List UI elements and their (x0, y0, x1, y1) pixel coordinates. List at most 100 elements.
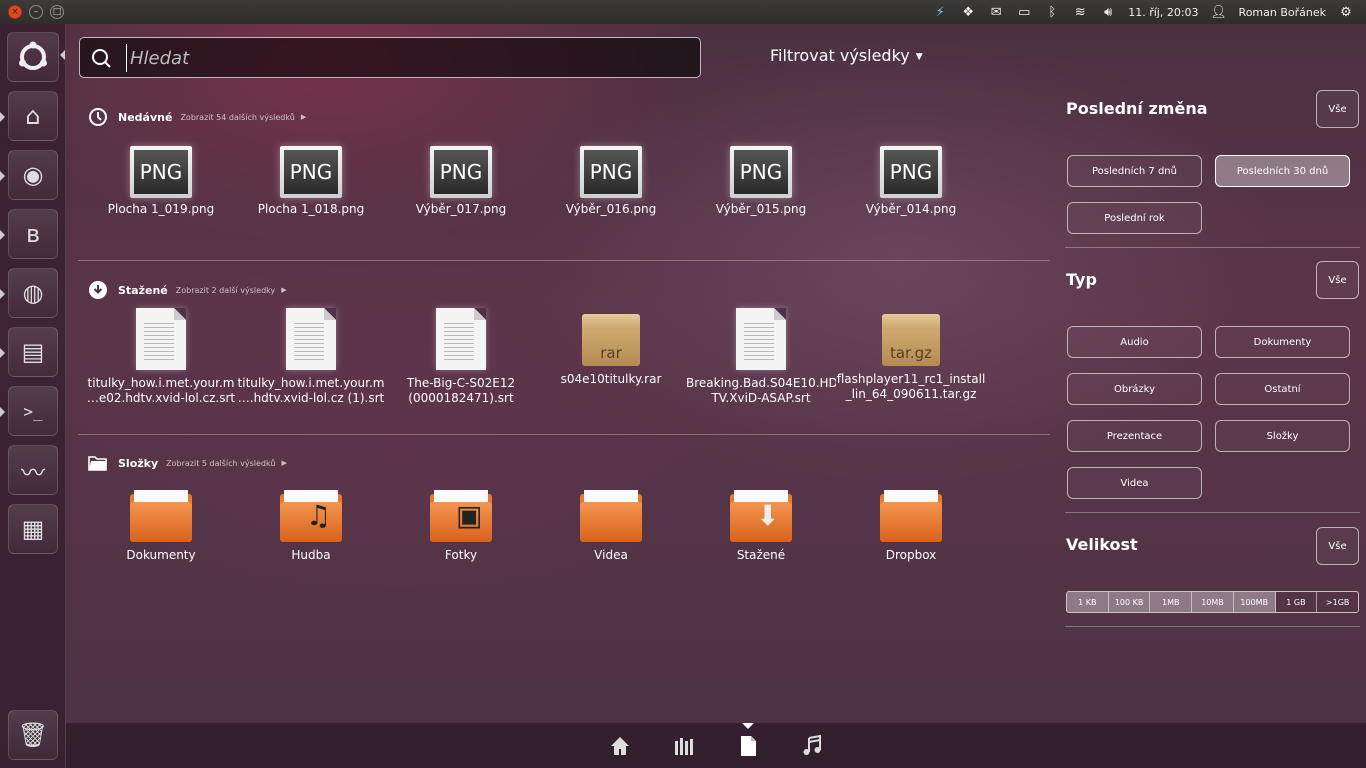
minimize-window-button[interactable]: – (29, 5, 43, 19)
music-lens-button[interactable] (780, 723, 844, 768)
launcher-workspaces[interactable]: ▦ (8, 504, 58, 554)
applications-lens-button[interactable] (652, 723, 716, 768)
wifi-icon[interactable]: ≋ (1066, 5, 1094, 20)
home-folder-icon: ⌂ (25, 102, 41, 130)
mail-icon[interactable]: ✉ (982, 5, 1010, 20)
size-option[interactable]: 1 GB (1276, 592, 1318, 612)
filter-type-videos[interactable]: Videa (1067, 467, 1202, 499)
download-file-tile[interactable]: titulky_how.i.met.your.m …e02.hdtv.xvid-l… (86, 308, 236, 406)
png-icon-label: PNG (284, 150, 338, 194)
folder-tile[interactable]: ♫ Hudba (236, 490, 386, 563)
download-file-tile[interactable]: titulky_how.i.met.your.m ….hdtv.xvid-lol.… (236, 308, 386, 406)
bluetooth-icon[interactable]: ᛒ (1038, 5, 1066, 20)
type-title: Typ (1066, 270, 1097, 289)
launcher: ⌂ ◉ ʙ ◍ ▤ >_ 〰 ▦ 🗑︎ (0, 24, 66, 768)
type-all-button[interactable]: Vše (1316, 261, 1359, 299)
filter-type-presentations[interactable]: Prezentace (1067, 420, 1202, 452)
folder-tile[interactable]: Dokumenty (86, 490, 236, 563)
recent-file-tile[interactable]: PNG Výběr_014.png (836, 146, 986, 217)
folder-tile[interactable]: Dropbox (836, 490, 986, 563)
launcher-chromium[interactable]: ◉ (8, 150, 58, 200)
launcher-home-folder[interactable]: ⌂ (8, 91, 58, 141)
download-file-tile[interactable]: tar.gz flashplayer11_rc1_install _lin_64_0… (836, 308, 986, 402)
folders-title: Složky (118, 456, 159, 470)
archive-type-label: rar (600, 344, 622, 362)
filter-type-audio[interactable]: Audio (1067, 326, 1202, 358)
download-file-tile[interactable]: Breaking.Bad.S04E10.HD TV.XviD-ASAP.srt (686, 308, 836, 406)
battery-icon[interactable]: ▭ (1010, 5, 1038, 20)
dropbox-icon[interactable]: ❖ (954, 5, 982, 20)
folder-tile[interactable]: ⬇ Stažené (686, 490, 836, 563)
filter-last-year[interactable]: Poslední rok (1067, 202, 1202, 234)
folder-tile[interactable]: Videa (536, 490, 686, 563)
filter-type-documents[interactable]: Dokumenty (1215, 326, 1350, 358)
last-change-all-button[interactable]: Vše (1316, 90, 1359, 128)
download-arrow-icon: ⬇ (756, 499, 780, 532)
file-name: Výběr_015.png (715, 202, 807, 216)
triangle-right-icon[interactable]: ▶ (301, 113, 306, 121)
recent-file-tile[interactable]: PNG Výběr_016.png (536, 146, 686, 217)
close-window-button[interactable]: × (8, 5, 22, 19)
folder-tile[interactable]: ▣ Fotky (386, 490, 536, 563)
size-option[interactable]: 100MB (1233, 592, 1276, 612)
size-option[interactable]: 1MB (1150, 592, 1193, 612)
filter-type-other[interactable]: Ostatní (1215, 373, 1350, 405)
recent-more-link[interactable]: Zobrazit 54 dalších výsledků (180, 113, 294, 122)
maximize-window-button[interactable]: □ (50, 5, 64, 19)
folder-open-icon (88, 456, 107, 471)
file-name-line1: s04e10titulky.rar (560, 372, 662, 386)
size-option[interactable]: 100 KB (1108, 592, 1151, 612)
size-option[interactable]: 10MB (1192, 592, 1234, 612)
size-option[interactable]: >1GB (1317, 592, 1358, 612)
search-input[interactable] (126, 44, 686, 72)
recent-file-tile[interactable]: PNG Plocha 1_018.png (236, 146, 386, 217)
recent-file-tile[interactable]: PNG Plocha 1_019.png (86, 146, 236, 217)
indicator-tray: ⚡ ❖ ✉ ▭ ᛒ ≋ 🔊︎ 11. říj, 20:03 👤︎ Roman B… (926, 0, 1360, 24)
home-lens-button[interactable] (588, 723, 652, 768)
last-change-title: Poslední změna (1066, 99, 1208, 118)
power-gear-icon[interactable]: ⚙ (1332, 5, 1360, 20)
dash-home-button[interactable] (7, 32, 59, 82)
launcher-terminal[interactable]: >_ (8, 386, 58, 436)
launcher-libreoffice[interactable]: ▤ (8, 327, 58, 377)
filter-results-toggle[interactable]: Filtrovat výsledky ▼ (770, 46, 923, 65)
terminal-icon: >_ (23, 401, 43, 421)
running-pip (0, 289, 5, 299)
png-file-icon: PNG (130, 146, 192, 198)
file-icon (741, 735, 756, 756)
launcher-firefox[interactable]: ◍ (8, 268, 58, 318)
size-all-button[interactable]: Vše (1316, 527, 1359, 565)
files-lens-button[interactable] (716, 723, 780, 768)
launcher-banshee[interactable]: ʙ (8, 209, 58, 259)
applications-icon (675, 737, 693, 755)
triangle-right-icon[interactable]: ▶ (281, 286, 286, 294)
clock[interactable]: 11. říj, 20:03 (1128, 6, 1198, 19)
triangle-right-icon[interactable]: ▶ (281, 459, 286, 467)
downloads-more-link[interactable]: Zobrazit 2 další výsledky (176, 286, 275, 295)
launcher-trash[interactable]: 🗑︎ (8, 710, 58, 760)
file-name-line1: Breaking.Bad.S04E10.HD (686, 376, 836, 390)
filter-last-30-days[interactable]: Posledních 30 dnů (1215, 155, 1350, 187)
size-range-slider[interactable]: 1 KB 100 KB 1MB 10MB 100MB 1 GB >1GB (1066, 591, 1359, 613)
filter-last-7-days[interactable]: Posledních 7 dnů (1067, 155, 1202, 187)
png-icon-label: PNG (434, 150, 488, 194)
filter-type-folders[interactable]: Složky (1215, 420, 1350, 452)
launcher-system-monitor[interactable]: 〰 (8, 445, 58, 495)
filter-type-images[interactable]: Obrázky (1067, 373, 1202, 405)
user-name[interactable]: Roman Bořánek (1239, 6, 1326, 19)
volume-icon[interactable]: 🔊︎ (1094, 5, 1122, 20)
download-file-tile[interactable]: The-Big-C-S02E12 (0000182471).srt (386, 308, 536, 406)
recent-file-tile[interactable]: PNG Výběr_017.png (386, 146, 536, 217)
music-note-icon: ♫ (306, 499, 332, 532)
recent-file-tile[interactable]: PNG Výběr_015.png (686, 146, 836, 217)
folders-more-link[interactable]: Zobrazit 5 dalších výsledků (166, 459, 275, 468)
download-file-tile[interactable]: rar s04e10titulky.rar (536, 308, 686, 387)
file-name-line2: TV.XviD-ASAP.srt (711, 391, 811, 405)
section-divider (78, 260, 1050, 261)
lightning-icon[interactable]: ⚡ (926, 5, 954, 20)
size-option[interactable]: 1 KB (1067, 592, 1109, 612)
download-icon (89, 281, 107, 299)
system-monitor-icon: 〰 (21, 458, 45, 487)
filter-results-label: Filtrovat výsledky (770, 46, 910, 65)
file-name-line2: …e02.hdtv.xvid-lol.cz.srt (86, 391, 236, 405)
